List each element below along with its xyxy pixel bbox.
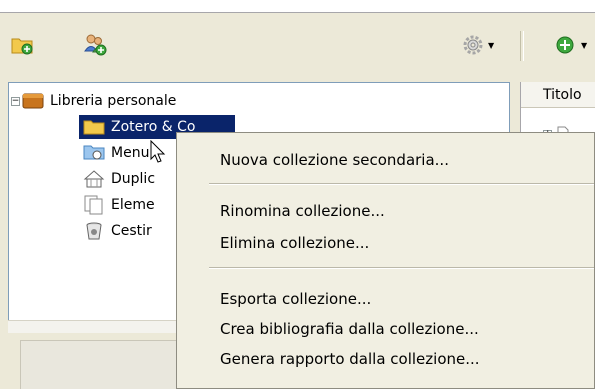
new-item-button[interactable]: ▼	[555, 33, 587, 57]
collapse-toggle-icon[interactable]: −	[11, 96, 20, 106]
menu-item-rename-collection[interactable]: Rinomina collezione...	[220, 199, 385, 223]
tree-item-library[interactable]: − Libreria personale	[9, 89, 176, 113]
menu-item-new-subcollection[interactable]: Nuova collezione secondaria...	[220, 148, 449, 172]
tree-item-label: Duplic	[111, 171, 156, 187]
chevron-down-icon: ▼	[581, 40, 588, 50]
menu-item-generate-report[interactable]: Genera rapporto dalla collezione...	[220, 347, 480, 371]
menu-separator	[209, 267, 594, 269]
tree-item-label: Eleme	[111, 197, 155, 213]
group-add-icon	[84, 34, 107, 56]
add-icon	[556, 36, 574, 54]
folder-icon	[83, 120, 105, 135]
unfiled-icon	[84, 195, 103, 215]
tree-item-trash[interactable]: Cestir	[83, 219, 152, 243]
new-collection-button[interactable]	[10, 33, 34, 57]
library-icon	[22, 93, 44, 109]
actions-menu-button[interactable]: ▼	[462, 33, 494, 57]
mouse-cursor-icon	[150, 140, 166, 163]
tree-item-label: Cestir	[111, 223, 152, 239]
gear-icon	[463, 35, 483, 55]
duplicates-icon	[83, 170, 105, 188]
menu-item-delete-collection[interactable]: Elimina collezione...	[220, 231, 369, 255]
chevron-down-icon: ▼	[488, 40, 495, 50]
collection-context-menu: Nuova collezione secondaria... Rinomina …	[176, 132, 595, 389]
window-frame-top	[0, 0, 595, 12]
column-header-title[interactable]: Titolo	[521, 82, 595, 108]
menu-separator	[209, 183, 594, 185]
trash-icon	[86, 222, 102, 240]
saved-search-icon	[83, 145, 105, 160]
collections-toolbar: ▼ ▼	[0, 13, 595, 73]
tree-item-saved-search[interactable]: Menu	[83, 141, 149, 165]
tree-item-label: Menu	[111, 145, 150, 161]
folder-add-icon	[11, 38, 33, 55]
menu-item-create-bibliography[interactable]: Crea bibliografia dalla collezione...	[220, 317, 479, 341]
tree-item-label: Libreria personale	[50, 93, 177, 109]
toolbar-separator	[520, 31, 524, 61]
tree-item-unfiled[interactable]: Eleme	[83, 193, 155, 217]
tree-item-duplicates[interactable]: Duplic	[83, 167, 155, 191]
menu-item-export-collection[interactable]: Esporta collezione...	[220, 287, 371, 311]
column-header-label: Titolo	[543, 86, 582, 103]
new-group-button[interactable]	[82, 33, 108, 57]
